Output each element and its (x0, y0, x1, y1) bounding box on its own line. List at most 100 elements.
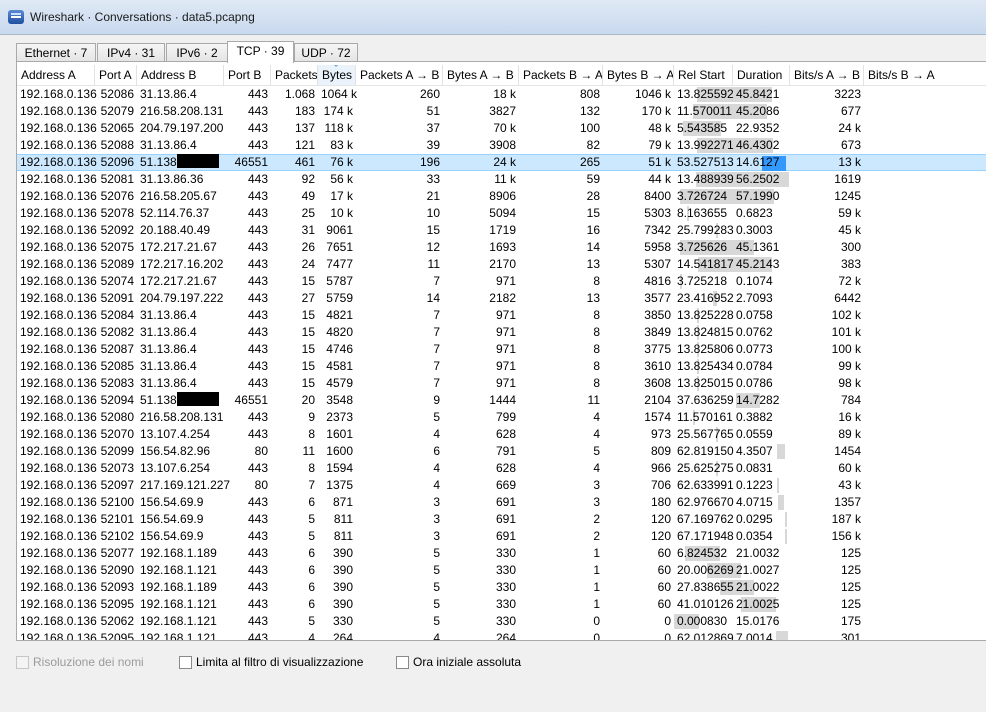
tab-ethernet[interactable]: Ethernet · 7 (16, 43, 96, 62)
cell-bits-b-a (864, 86, 986, 103)
table-row[interactable]: 192.168.0.136 52100 156.54.69.9 443 6 871 3 691… (17, 494, 986, 511)
cell-bytes-a-b: 11 k (494, 172, 516, 186)
col-header-packets-b-a[interactable]: Packets B → A (519, 65, 603, 85)
table-row[interactable]: 192.168.0.136 52089 172.217.16.202 443 24 747… (17, 256, 986, 273)
cell-packets-a-b: 37 (426, 121, 440, 135)
table-row[interactable]: 192.168.0.136 52101 156.54.69.9 443 5 811 3 691… (17, 511, 986, 528)
table-row[interactable]: 192.168.0.136 52062 192.168.1.121 443 5 330 5 3… (17, 613, 986, 630)
tab-ipv6[interactable]: IPv6 · 2 (166, 43, 228, 62)
table-row[interactable]: 192.168.0.136 52088 31.13.86.4 443 121 83 k 39… (17, 137, 986, 154)
table-row[interactable]: 192.168.0.136 52077 192.168.1.189 443 6 390 5 3… (17, 545, 986, 562)
cell-address-b: 204.79.197.200 (140, 121, 224, 135)
cell-bytes-a-b: 8906 (489, 189, 516, 203)
table-row[interactable]: 192.168.0.136 52079 216.58.208.131 443 183 17… (17, 103, 986, 120)
table-row[interactable]: 192.168.0.136 52095 192.168.1.121 443 4 264 4 2… (17, 630, 986, 641)
redaction-block (176, 392, 219, 406)
cell-port-a: 52075 (100, 240, 134, 254)
table-row[interactable]: 192.168.0.136 52065 204.79.197.200 443 137 11… (17, 120, 986, 137)
col-header-port-b[interactable]: Port B (224, 65, 271, 85)
cell-packets-b-a: 4 (593, 410, 600, 424)
cell-packets-b-a: 3 (593, 495, 600, 509)
cell-packets-b-a: 13 (586, 257, 600, 271)
cell-bits-a-b: 89 k (838, 427, 861, 441)
col-header-bytes-b-a[interactable]: Bytes B → A (603, 65, 674, 85)
table-row[interactable]: 192.168.0.136 52082 31.13.86.4 443 15 4820 7 97… (17, 324, 986, 341)
cell-packets-b-a: 265 (579, 155, 600, 169)
tab-tcp[interactable]: TCP · 39 (227, 41, 294, 63)
cell-bytes: 9061 (326, 223, 353, 237)
cell-packets-a-b: 4 (433, 461, 440, 475)
col-header-bits-a-b[interactable]: Bits/s A → B (790, 65, 864, 85)
cell-bytes: 4820 (326, 325, 353, 339)
table-row[interactable]: 192.168.0.136 52083 31.13.86.4 443 15 4579 7 97… (17, 375, 986, 392)
cell-bytes: 4579 (326, 376, 353, 390)
table-row[interactable]: 192.168.0.136 52091 204.79.197.222 443 27 575… (17, 290, 986, 307)
col-header-packets[interactable]: Packets (271, 65, 318, 85)
col-header-bytes[interactable]: Bytes (318, 65, 356, 85)
table-row[interactable]: 192.168.0.136 52070 13.107.4.254 443 8 1601 4 6… (17, 426, 986, 443)
cell-packets-a-b: 4 (433, 427, 440, 441)
table-row[interactable]: 192.168.0.136 52086 31.13.86.4 443 1.068 1064… (17, 86, 986, 103)
cell-port-a: 52102 (100, 529, 134, 543)
cell-bytes: 330 (332, 614, 353, 628)
cell-packets-a-b: 5 (433, 563, 440, 577)
cell-address-a: 192.168.0.136 (20, 529, 97, 543)
table-row[interactable]: 192.168.0.136 52102 156.54.69.9 443 5 811 3 691… (17, 528, 986, 545)
cell-rel-start: 67.169762 (677, 512, 734, 526)
col-header-address-a[interactable]: Address A (17, 65, 95, 85)
table-row[interactable]: 192.168.0.136 52087 31.13.86.4 443 15 4746 7 97… (17, 341, 986, 358)
table-row[interactable]: 192.168.0.136 52092 20.188.40.49 443 31 9061 1… (17, 222, 986, 239)
cell-bytes: 811 (333, 529, 353, 543)
cell-bytes: 5759 (326, 291, 353, 305)
table-row[interactable]: 192.168.0.136 52075 172.217.21.67 443 26 7651… (17, 239, 986, 256)
cell-bytes: 4821 (326, 308, 353, 322)
tab-udp[interactable]: UDP · 72 (294, 43, 358, 62)
cell-bytes-b-a: 0 (664, 631, 671, 641)
col-header-bits-b-a[interactable]: Bits/s B → A (864, 65, 986, 85)
table-row[interactable]: 192.168.0.136 52073 13.107.6.254 443 8 1594 4 6… (17, 460, 986, 477)
cell-bytes-b-a: 180 (650, 495, 671, 509)
table-row[interactable]: 192.168.0.136 52074 172.217.21.67 443 15 5787… (17, 273, 986, 290)
cell-duration: 22.9352 (736, 121, 780, 135)
cell-bytes-a-b: 330 (495, 546, 516, 560)
col-header-port-a[interactable]: Port A (95, 65, 137, 85)
table-row[interactable]: 192.168.0.136 52093 192.168.1.189 443 6 390 5 3… (17, 579, 986, 596)
tab-ipv4[interactable]: IPv4 · 31 (97, 43, 165, 62)
table-row[interactable]: 192.168.0.136 52095 192.168.1.121 443 6 390 5 3… (17, 596, 986, 613)
col-header-duration[interactable]: Duration (733, 65, 790, 85)
table-row[interactable]: 192.168.0.136 52094 51.138 46551 20 3548 9 1444… (17, 392, 986, 409)
cell-packets: 5 (308, 512, 315, 526)
table-row[interactable]: 192.168.0.136 52090 192.168.1.121 443 6 390 5 3… (17, 562, 986, 579)
cell-duration: 21.0032 (736, 546, 780, 560)
cell-address-a: 192.168.0.136 (20, 121, 97, 135)
col-header-address-b[interactable]: Address B (137, 65, 224, 85)
col-header-packets-a-b[interactable]: Packets A → B (356, 65, 443, 85)
cell-address-a: 192.168.0.136 (20, 546, 97, 560)
cell-port-b: 46551 (234, 155, 268, 169)
table-row[interactable]: 192.168.0.136 52078 52.114.76.37 443 25 10 k 1… (17, 205, 986, 222)
table-row[interactable]: 192.168.0.136 52080 216.58.208.131 443 9 2373… (17, 409, 986, 426)
cell-bytes-a-b: 5094 (489, 206, 516, 220)
table-row[interactable]: 192.168.0.136 52076 216.58.205.67 443 49 17 k… (17, 188, 986, 205)
table-row[interactable]: 192.168.0.136 52096 51.138 46551 461 76 k 196 2… (17, 154, 986, 171)
cell-port-a: 52100 (100, 495, 134, 509)
cell-packets: 4 (308, 631, 315, 641)
cell-bits-a-b: 1245 (834, 189, 861, 203)
table-row[interactable]: 192.168.0.136 52081 31.13.86.36 443 92 56 k 33… (17, 171, 986, 188)
cell-bits-a-b: 100 k (831, 342, 861, 356)
cell-bits-a-b: 125 (840, 580, 861, 594)
cell-bytes: 1375 (326, 478, 353, 492)
table-row[interactable]: 192.168.0.136 52084 31.13.86.4 443 15 4821 7 97… (17, 307, 986, 324)
col-header-rel-start[interactable]: Rel Start (674, 65, 733, 85)
cell-packets-a-b: 5 (433, 597, 440, 611)
cell-packets-b-a: 3 (593, 478, 600, 492)
cell-packets-b-a: 13 (586, 291, 600, 305)
table-row[interactable]: 192.168.0.136 52099 156.54.82.96 80 11 1600 6 7… (17, 443, 986, 460)
cell-port-b: 443 (247, 359, 268, 373)
cell-address-b: 204.79.197.222 (140, 291, 224, 305)
table-row[interactable]: 192.168.0.136 52085 31.13.86.4 443 15 4581 7 97… (17, 358, 986, 375)
cell-bits-a-b: 3223 (834, 87, 861, 101)
col-header-bytes-a-b[interactable]: Bytes A → B (443, 65, 519, 85)
table-row[interactable]: 192.168.0.136 52097 217.169.121.227 80 7 1375… (17, 477, 986, 494)
cell-bytes-a-b: 330 (495, 597, 516, 611)
